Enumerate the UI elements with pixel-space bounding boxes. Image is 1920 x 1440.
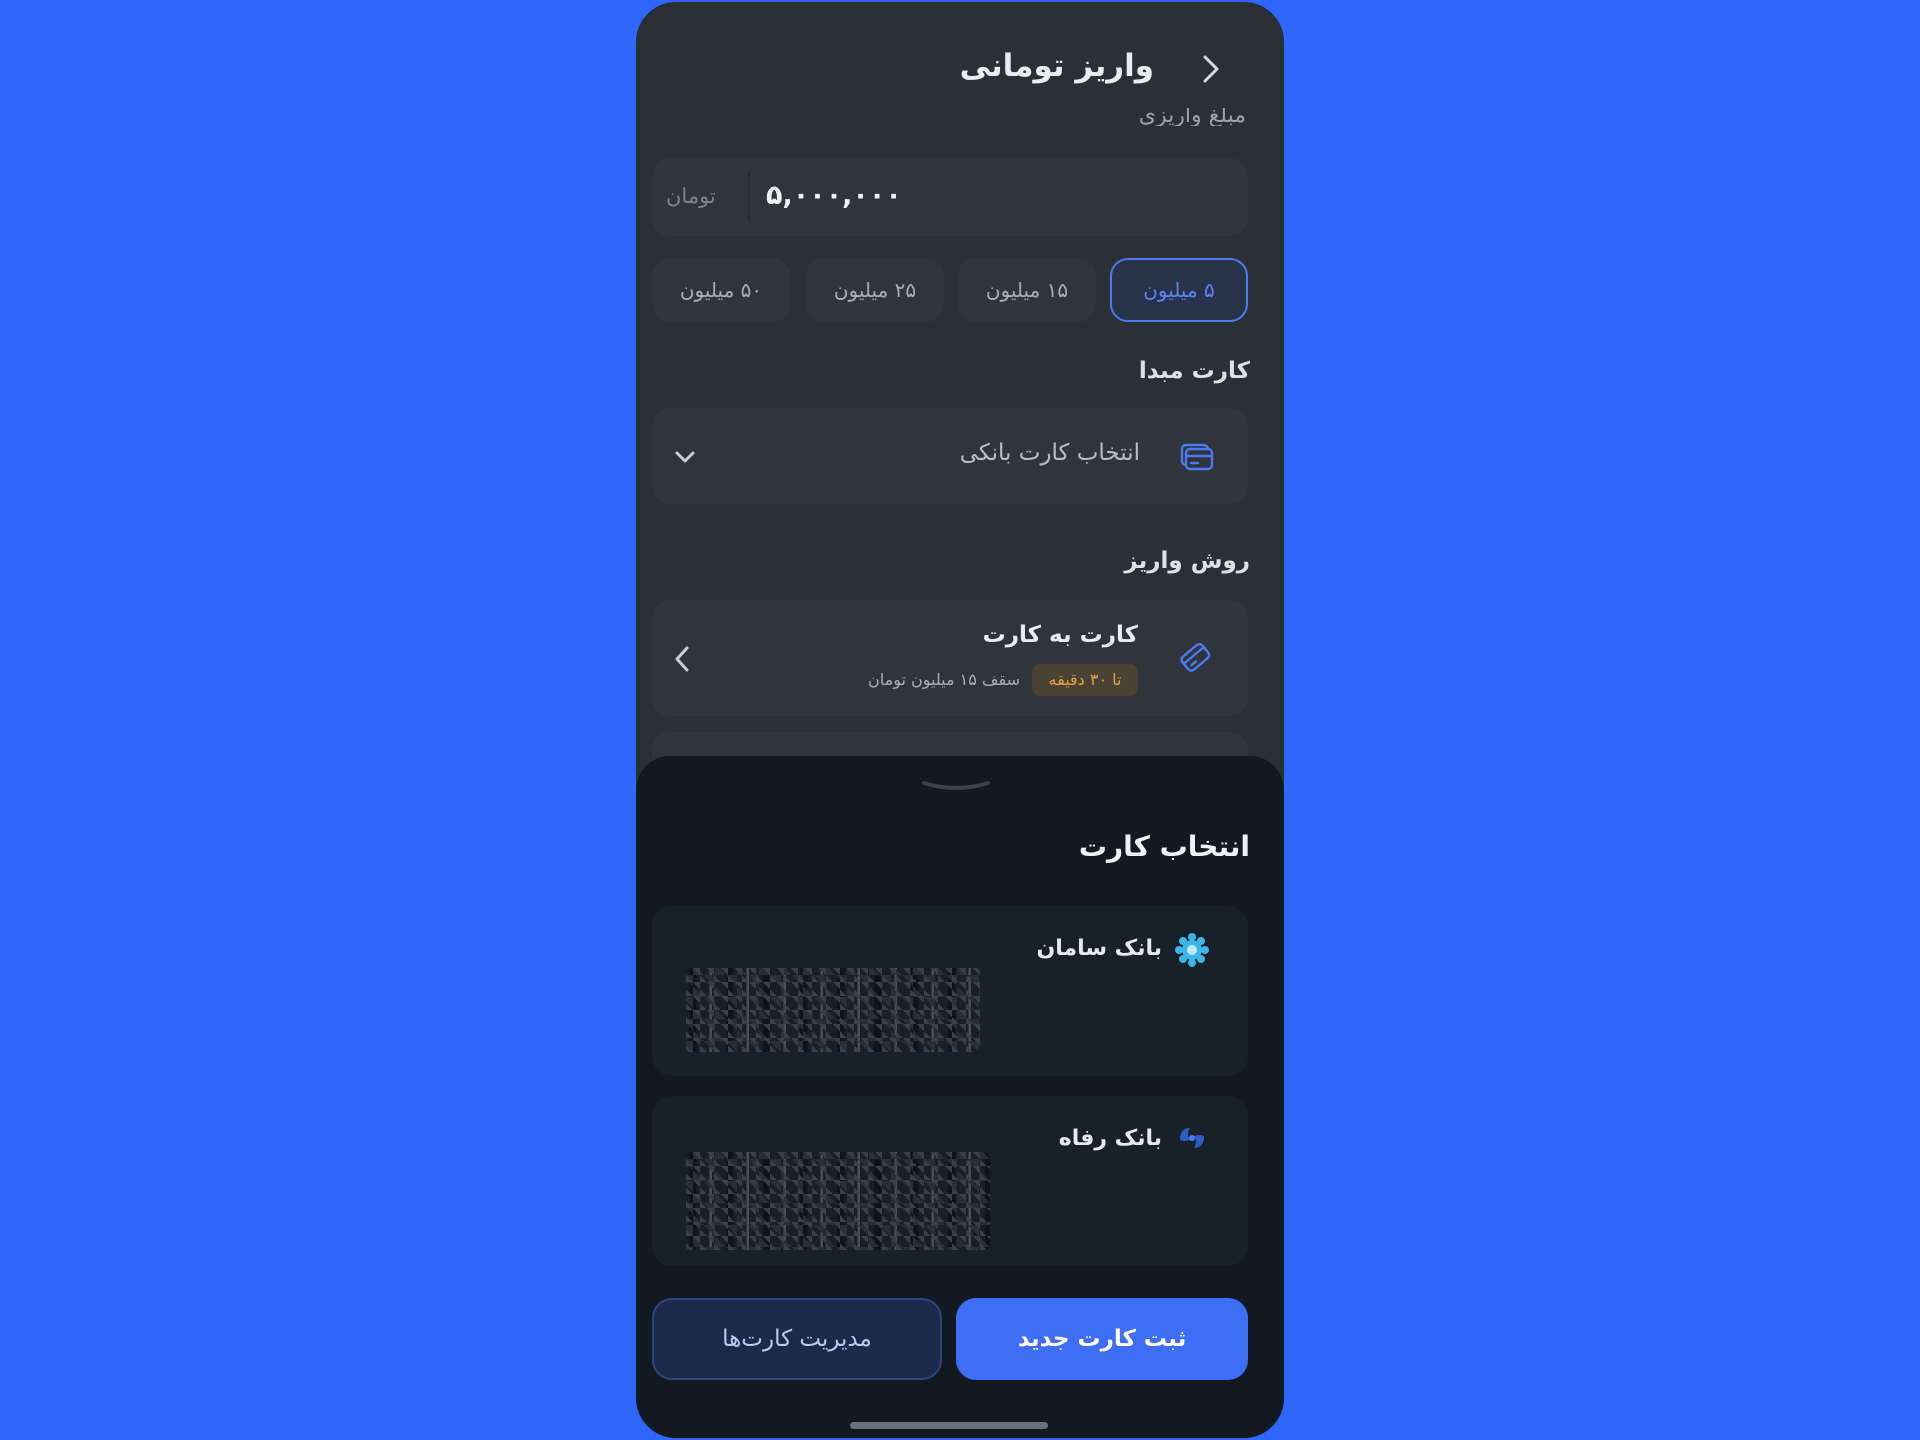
redacted-card-number xyxy=(686,968,980,1052)
chevron-left-icon xyxy=(670,644,696,674)
preset-chip-5m[interactable]: ۵ میلیون xyxy=(1110,258,1248,322)
deposit-method-title: کارت به کارت xyxy=(982,622,1138,648)
chevron-right-icon[interactable] xyxy=(1196,52,1226,86)
sheet-grabber[interactable] xyxy=(920,778,992,792)
manage-cards-button[interactable]: مدیریت کارت‌ها xyxy=(652,1298,942,1380)
home-indicator xyxy=(850,1422,1048,1429)
chevron-down-icon xyxy=(672,444,698,470)
refah-bank-logo-icon xyxy=(1174,1120,1210,1156)
divider xyxy=(748,172,750,222)
card-transfer-icon xyxy=(1176,638,1214,676)
bank-card-refah[interactable]: بانک رفاه xyxy=(652,1096,1248,1266)
amount-input[interactable]: ۵,۰۰۰,۰۰۰ تومان xyxy=(652,158,1248,236)
bank-card-icon xyxy=(1178,438,1214,474)
preset-chip-50m[interactable]: ۵۰ میلیون xyxy=(652,258,790,322)
bank-card-saman[interactable]: بانک سامان xyxy=(652,906,1248,1076)
source-card-select[interactable]: انتخاب کارت بانکی xyxy=(652,408,1248,504)
bank-name: بانک سامان xyxy=(1036,936,1162,961)
limit-text: سقف ۱۵ میلیون تومان xyxy=(868,670,1020,689)
deposit-method-label: روش واریز xyxy=(1124,548,1250,574)
add-new-card-button[interactable]: ثبت کارت جدید xyxy=(956,1298,1248,1380)
source-card-label: کارت مبدا xyxy=(1138,358,1250,384)
redacted-card-number xyxy=(686,1152,990,1250)
card-select-sheet: انتخاب کارت بانک سامان بانک رفاه ثبت کار… xyxy=(636,756,1284,1438)
source-card-placeholder: انتخاب کارت بانکی xyxy=(959,440,1140,466)
time-badge: تا ۳۰ دقیقه xyxy=(1032,664,1138,696)
preset-chip-15m[interactable]: ۱۵ میلیون xyxy=(958,258,1096,322)
preset-chip-25m[interactable]: ۲۵ میلیون xyxy=(806,258,944,322)
amount-value: ۵,۰۰۰,۰۰۰ xyxy=(766,180,902,211)
sheet-title: انتخاب کارت xyxy=(1078,830,1250,863)
deposit-method-card-to-card[interactable]: کارت به کارت تا ۳۰ دقیقه سقف ۱۵ میلیون ت… xyxy=(652,600,1248,716)
amount-label: مبلغ واریزی xyxy=(1138,108,1246,126)
page-title: واریز تومانی xyxy=(959,48,1154,84)
bank-name: بانک رفاه xyxy=(1058,1126,1162,1151)
saman-bank-logo-icon xyxy=(1174,932,1210,968)
phone-screen: واریز تومانی مبلغ واریزی ۵,۰۰۰,۰۰۰ تومان… xyxy=(636,2,1284,1438)
amount-unit: تومان xyxy=(666,184,716,208)
